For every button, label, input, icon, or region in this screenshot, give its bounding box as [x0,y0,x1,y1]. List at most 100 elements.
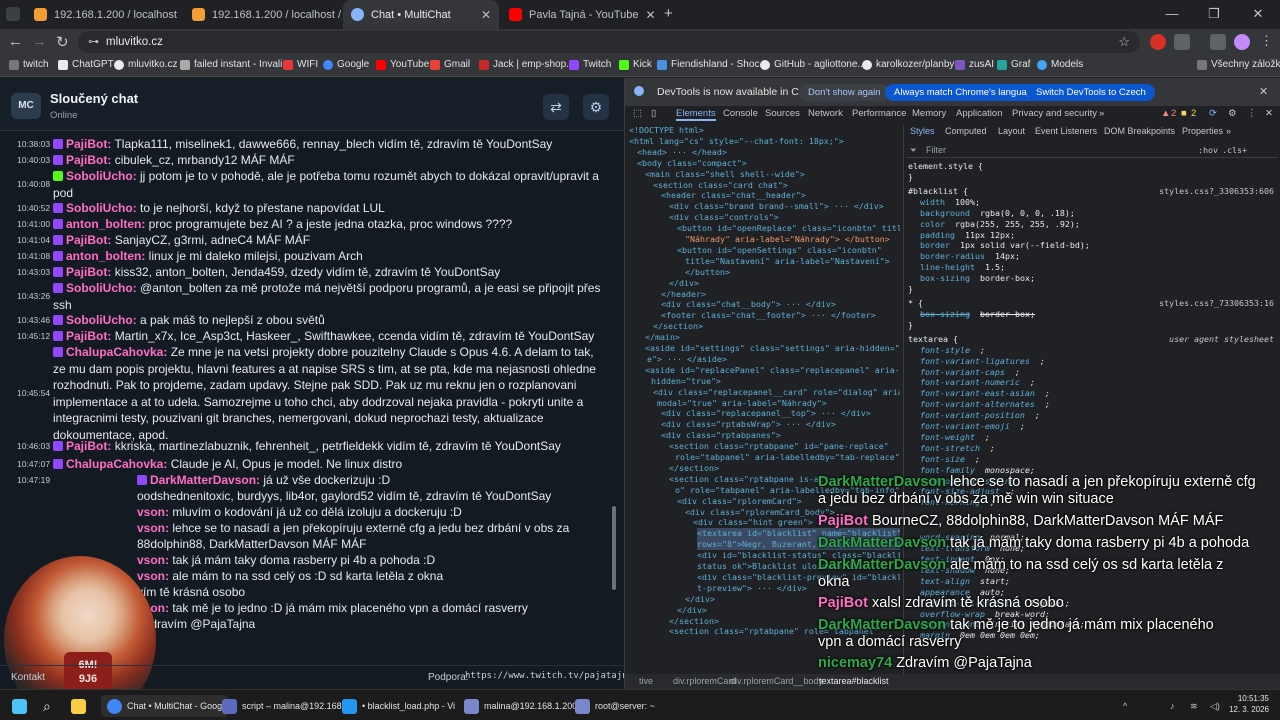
tab-styles[interactable]: Styles [910,126,935,137]
style-value[interactable]: ; [1020,421,1025,432]
bookmark-chatgpt[interactable]: ChatGPT [58,59,114,70]
dom-node[interactable]: </button> [685,267,730,278]
style-property[interactable]: font-size [920,454,965,465]
style-property[interactable]: background [920,208,970,219]
dom-node[interactable]: t-preview"> ··· </div> [697,583,807,594]
bookmark-mluvitko[interactable]: mluvitko.cz [114,59,177,70]
network-icon[interactable]: ≋ [1190,695,1198,717]
style-value[interactable]: ; [1035,410,1040,421]
message-username[interactable]: PajiBot: [66,137,111,151]
message-username[interactable]: SoboliUcho: [66,313,137,327]
bookmark-gmail[interactable]: Gmail [430,59,470,70]
bookmark-google[interactable]: Google [323,59,369,70]
close-icon[interactable]: ✕ [645,8,655,22]
dom-node[interactable]: <head> ··· </head> [637,147,727,158]
gear-icon[interactable]: ⚙ [1228,108,1237,119]
dom-node[interactable]: <div class="brand brand--small"> ··· </d… [669,201,884,212]
replace-button[interactable]: ⇄ [543,94,569,120]
dom-node[interactable]: <body class="compact"> [637,158,747,169]
style-value[interactable]: border-box; [980,273,1035,284]
message-username[interactable]: ChalupaCahovka: [66,345,167,359]
dom-node[interactable]: </section> [669,463,719,474]
address-bar[interactable]: ⊶ mluvitko.cz ☆ [78,31,1140,53]
style-property[interactable]: box-sizing [920,273,970,284]
settings-button[interactable]: ⚙ [583,94,609,120]
minimize-icon[interactable]: — [1152,6,1192,21]
dom-node[interactable]: <div class="rptabpanes"> [661,430,781,441]
dom-node[interactable]: <div class="controls"> [669,212,779,223]
dom-node[interactable]: </div> [685,594,715,605]
close-icon[interactable]: ✕ [1265,108,1273,119]
extensions-puzzle-icon[interactable] [1174,34,1190,50]
crumb-0[interactable]: tive [639,676,653,686]
cls-toggle[interactable]: .cls [1222,145,1242,156]
site-info-icon[interactable]: ⊶ [88,31,99,53]
bookmark-graf[interactable]: Graf [997,59,1030,70]
tab-sources[interactable]: Sources [765,108,800,119]
style-property[interactable]: font-variant-alternates [920,399,1035,410]
back-icon[interactable]: ← [8,33,23,50]
dom-node[interactable]: <div class="chat__body"> ··· </div> [661,299,836,310]
microphone-icon[interactable]: ♪ [1170,695,1175,717]
start-button[interactable] [12,695,27,717]
dom-node[interactable]: </div> [669,278,699,289]
style-property[interactable]: font-variant-east-asian [920,388,1035,399]
style-value[interactable]: rgba(255, 255, 255, .92); [955,219,1080,230]
style-value[interactable]: ; [1015,367,1020,378]
bookmark-twitch[interactable]: twitch [9,59,49,70]
message-username[interactable]: ChalupaCahovka: [66,457,167,471]
taskbar-script[interactable]: script – malina@192.168 [222,695,342,717]
style-value[interactable]: ; [985,432,990,443]
dom-node[interactable]: <section class="card chat"> [653,180,788,191]
dom-node[interactable]: role="tabpanel" aria-labelledby="tab-rep… [675,452,900,463]
dom-node[interactable]: </section> [669,616,719,627]
message-username[interactable]: PajiBot: [66,265,111,279]
message-username[interactable]: PajiBot: [66,233,111,247]
tab-multichat[interactable]: Chat • MultiChat ✕ [343,0,499,29]
style-property[interactable]: border-radius [920,251,985,262]
message-username[interactable]: vson: [137,553,169,567]
bookmark-star-icon[interactable]: ☆ [1118,31,1130,53]
bookmark-twitch-2[interactable]: Twitch [569,59,611,70]
bookmark-models[interactable]: Models [1037,59,1083,70]
style-property[interactable]: font-variant-numeric [920,377,1020,388]
forward-icon[interactable]: → [32,33,47,50]
dom-node[interactable]: <div class="rploremCard"> [677,496,802,507]
taskbar-ssh-root[interactable]: root@server: ~ [575,695,655,717]
dom-node[interactable]: </header> [661,289,706,300]
bookmark-youtube[interactable]: YouTube [376,59,429,70]
search-button[interactable]: ⌕ [43,695,51,717]
bookmark-zusai[interactable]: zusAI [955,59,994,70]
avatar[interactable] [1234,34,1250,50]
clock[interactable]: 10:51:35 12. 3. 2026 [1225,693,1269,715]
media-icon[interactable] [1210,34,1226,50]
style-value[interactable]: ; [1030,377,1035,388]
style-property[interactable]: border [920,240,950,251]
style-property[interactable]: font-variant-caps [920,367,1005,378]
style-value[interactable]: rgba(0, 0, 0, .18); [980,208,1075,219]
tab-application[interactable]: Application [956,108,1002,119]
dont-show-again-button[interactable]: Don't show again [799,84,890,101]
tab-privacy[interactable]: Privacy and security [1012,108,1097,119]
crumb-2[interactable]: div.rploremCard__body [730,676,823,686]
inspect-icon[interactable]: ⬚ [633,108,642,119]
style-value[interactable]: 100%; [955,197,980,208]
bookmark-wifi[interactable]: WIFI [283,59,318,70]
message-username[interactable]: PajiBot: [66,329,111,343]
message-username[interactable]: anton_bolten: [66,217,145,231]
tab-layout[interactable]: Layout [998,126,1025,137]
dom-node[interactable]: </div> [677,605,707,616]
tab-phpmyadmin-1[interactable]: 192.168.1.200 / localhost / mluv ✕ [26,0,178,29]
style-value[interactable]: ; [975,454,980,465]
dom-node[interactable]: <aside id="settings" class="settings" ar… [645,343,900,354]
volume-icon[interactable]: ◁) [1210,695,1220,717]
new-tab-button[interactable]: + [664,5,673,22]
taskbar-vscode[interactable]: • blacklist_load.php - Vi [342,695,455,717]
style-value[interactable]: 11px 12px; [965,230,1015,241]
hov-toggle[interactable]: :hov [1198,145,1218,156]
dom-node[interactable]: e"> ··· </aside> [647,354,727,365]
style-property[interactable]: color [920,219,945,230]
bookmark-kick[interactable]: Kick [619,59,652,70]
reload-icon[interactable]: ↻ [56,33,69,51]
sync-icon[interactable]: ⟳ [1209,108,1217,119]
